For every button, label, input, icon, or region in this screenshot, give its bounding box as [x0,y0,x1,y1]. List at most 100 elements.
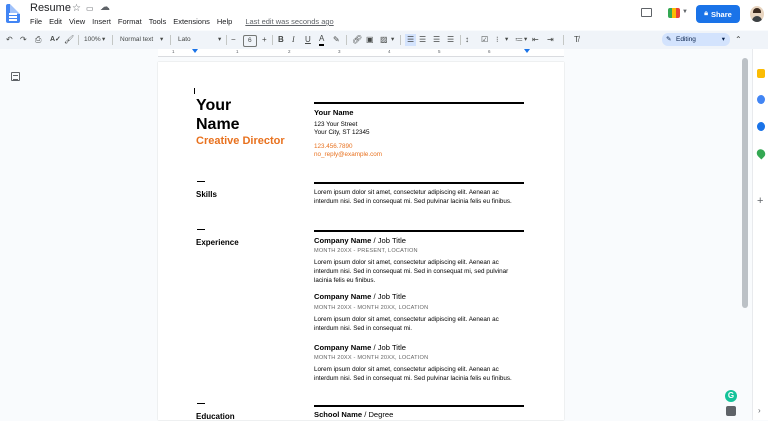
undo-icon[interactable]: ↶ [6,34,13,46]
menu-format[interactable]: Format [118,17,142,26]
contact-email[interactable]: no_reply@example.com [314,151,382,160]
clear-format-icon[interactable]: T̸ [574,34,579,46]
menu-tools[interactable]: Tools [149,17,167,26]
zoom-select[interactable]: 100% [84,34,101,46]
resume-name-line1[interactable]: Your [196,97,231,115]
job-dates[interactable]: MONTH 20XX - MONTH 20XX, LOCATION [314,354,428,363]
job-text[interactable]: Lorem ipsum dolor sit amet, consectetur … [314,316,499,325]
menu-extensions[interactable]: Extensions [173,17,210,26]
align-left-icon[interactable]: ☰ [405,34,417,46]
right-indent-marker[interactable] [524,49,530,53]
italic-icon[interactable]: I [292,34,295,46]
insert-comment-icon[interactable]: ▣ [366,34,374,46]
experience-heading[interactable]: Experience [196,238,239,247]
style-select[interactable]: Normal text [120,34,153,46]
print-icon[interactable]: ⎙ [35,34,41,46]
add-on-plus-icon[interactable]: + [757,195,763,207]
align-center-icon[interactable]: ☰ [419,34,426,46]
school-heading[interactable]: School Name / Degree [314,410,393,420]
menu-file[interactable]: File [30,17,42,26]
align-right-icon[interactable]: ☰ [433,34,440,46]
last-edit-link[interactable]: Last edit was seconds ago [245,17,333,26]
font-size-input[interactable]: 6 [243,35,257,47]
spellcheck-icon[interactable]: A✓ [50,34,61,46]
job-text[interactable]: interdum nisi. Sed in consequat mi. [314,325,412,334]
move-folder-icon[interactable]: ▭ [86,4,94,13]
section-dash [197,229,205,231]
decrease-size-icon[interactable]: − [231,34,236,46]
job-dates[interactable]: MONTH 20XX - PRESENT, LOCATION [314,247,418,256]
ruler-label: 1 [236,49,239,54]
link-icon[interactable]: 🔗︎ [352,34,362,46]
paint-format-icon[interactable]: 🖌︎ [64,34,74,46]
font-select[interactable]: Lato [178,34,191,46]
zoom-caret-icon[interactable]: ▾ [102,34,105,46]
avatar[interactable] [750,6,764,22]
bold-icon[interactable]: B [278,34,284,46]
grammarly-icon[interactable]: G [725,390,737,402]
cloud-status-icon[interactable]: ☁ [100,2,110,13]
text-cursor [194,88,195,94]
document-outline-icon[interactable] [11,72,20,81]
vertical-scrollbar[interactable] [742,58,748,308]
menu-help[interactable]: Help [217,17,232,26]
docs-logo-icon[interactable] [6,4,20,23]
menu-edit[interactable]: Edit [49,17,62,26]
horizontal-ruler[interactable]: 1 1 2 3 4 5 6 [158,49,564,57]
editing-mode-select[interactable]: ✎ Editing ▾ [662,33,730,46]
text-color-icon[interactable]: A [319,34,325,46]
contact-city[interactable]: Your City, ST 12345 [314,129,370,138]
image-caret-icon[interactable]: ▾ [391,34,394,46]
maps-icon[interactable] [754,147,768,160]
job-title: / Job Title [371,292,407,301]
underline-icon[interactable]: U [305,34,311,46]
insert-image-icon[interactable]: ▨ [380,34,388,46]
show-side-panel-icon[interactable]: › [758,406,761,415]
style-caret-icon[interactable]: ▾ [160,34,163,46]
skills-text[interactable]: Lorem ipsum dolor sit amet, consectetur … [314,189,499,198]
decrease-indent-icon[interactable]: ⇤ [532,34,539,46]
keep-icon[interactable] [757,69,765,78]
left-indent-marker[interactable] [192,49,198,53]
numbered-list-icon[interactable]: ≔ [515,34,523,46]
increase-size-icon[interactable]: + [262,34,267,46]
highlight-icon[interactable]: ✎ [333,34,340,46]
company-name: Company Name [314,236,372,245]
skills-text[interactable]: interdum nisi. Sed in consequat mi. Sed … [314,198,512,207]
checklist-icon[interactable]: ☑ [481,34,488,46]
job-heading[interactable]: Company Name / Job Title [314,343,406,353]
doc-title[interactable]: Resume [30,2,71,14]
redo-icon[interactable]: ↷ [20,34,27,46]
job-text[interactable]: interdum nisi. Sed in consequat mi. Sed … [314,375,512,384]
numbered-caret-icon[interactable]: ▾ [524,34,527,46]
comment-history-icon[interactable] [641,8,652,17]
job-dates[interactable]: MONTH 20XX - MONTH 20XX, LOCATION [314,304,428,313]
job-text[interactable]: lacinia felis eu finibus. [314,277,375,286]
ruler-label: 4 [388,49,391,54]
hide-menus-icon[interactable]: ⌃ [735,34,742,46]
job-text[interactable]: interdum nisi. Sed in consequat mi. Sed … [314,268,508,277]
meet-caret-icon[interactable]: ▼ [682,9,688,15]
line-spacing-icon[interactable]: ↕ [465,34,469,46]
job-heading[interactable]: Company Name / Job Title [314,236,406,246]
menu-view[interactable]: View [69,17,85,26]
job-text[interactable]: Lorem ipsum dolor sit amet, consectetur … [314,366,499,375]
menu-insert[interactable]: Insert [92,17,111,26]
star-icon[interactable]: ☆ [72,3,81,14]
justify-icon[interactable]: ☰ [447,34,454,46]
bullet-list-icon[interactable]: ⁝ [496,34,499,46]
contacts-icon[interactable] [757,122,765,131]
meet-icon[interactable] [668,8,680,18]
resume-role[interactable]: Creative Director [196,135,285,147]
job-heading[interactable]: Company Name / Job Title [314,292,407,302]
font-caret-icon[interactable]: ▾ [218,34,221,46]
resume-name-line2[interactable]: Name [196,116,240,134]
skills-heading[interactable]: Skills [196,190,217,199]
explore-icon[interactable] [726,406,736,416]
share-button[interactable]: 🔒︎ Share [696,5,740,23]
tasks-icon[interactable] [757,95,765,104]
job-text[interactable]: Lorem ipsum dolor sit amet, consectetur … [314,259,499,268]
bullet-caret-icon[interactable]: ▾ [505,34,508,46]
increase-indent-icon[interactable]: ⇥ [547,34,554,46]
contact-name[interactable]: Your Name [314,108,354,118]
